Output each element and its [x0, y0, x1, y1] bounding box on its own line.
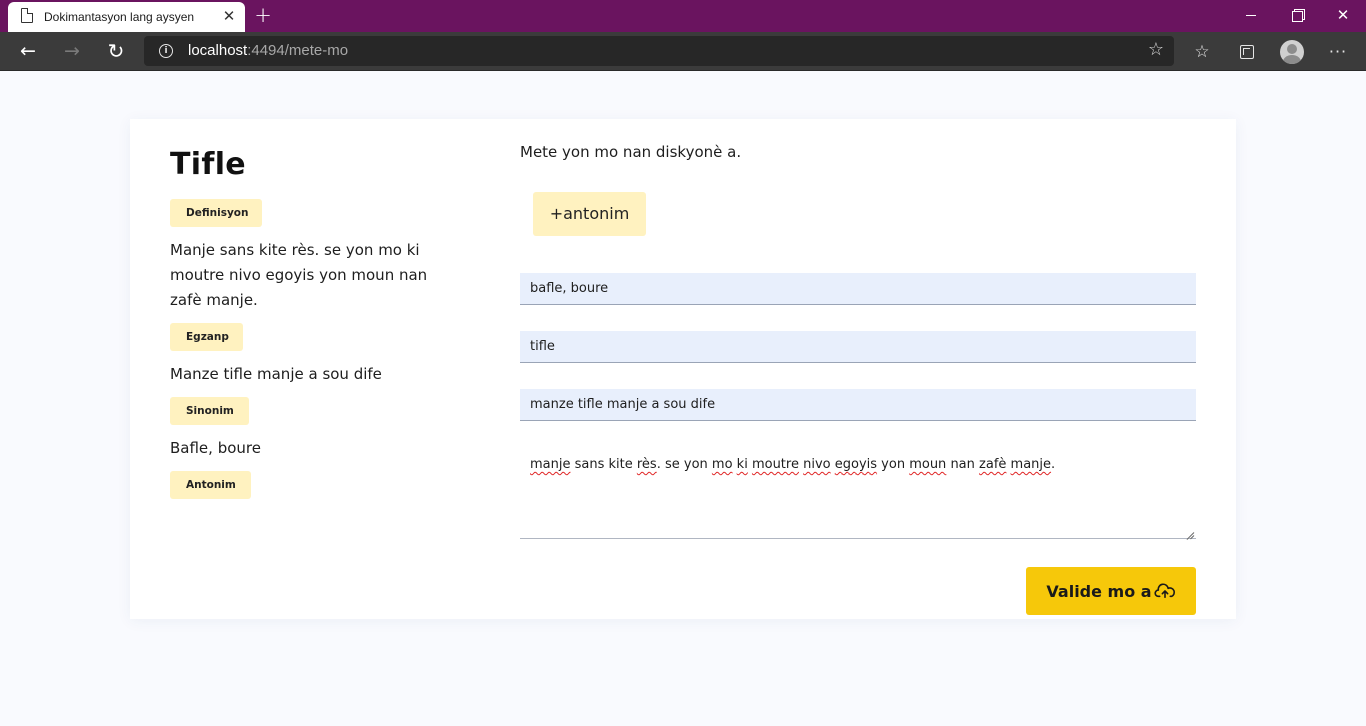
url-path: :4494/mete-mo	[247, 42, 349, 59]
back-icon[interactable]: ←	[13, 37, 43, 65]
misspelled-word: rès	[636, 457, 657, 472]
example-input[interactable]: manze tifle manje a sou dife	[520, 389, 1196, 421]
definition-label: Definisyon	[170, 199, 262, 227]
word-title: Tifle	[170, 147, 246, 182]
page-icon	[21, 8, 33, 23]
misspelled-word: ki	[736, 457, 748, 472]
misspelled-word: moutre	[751, 457, 799, 472]
misspelled-word: manje	[1010, 457, 1052, 472]
new-tab-icon[interactable]: +	[254, 3, 272, 27]
definition-textarea-text: manje sans kite rès. se yon mo ki moutre…	[530, 457, 1055, 472]
close-window-icon[interactable]: ✕	[1320, 0, 1366, 30]
misspelled-word: egoyis	[834, 457, 878, 472]
favorites-icon[interactable]: ☆	[1188, 38, 1216, 66]
cloud-upload-icon	[1154, 583, 1175, 599]
text-fragment: nan	[946, 457, 980, 472]
synonyms-input[interactable]: bafle, boure	[520, 273, 1196, 305]
info-icon[interactable]: i	[159, 44, 173, 58]
favorite-star-icon[interactable]: ☆	[1148, 40, 1164, 60]
tab-title: Dokimantasyon lang aysyen	[44, 10, 195, 24]
text-fragment: .	[1051, 457, 1056, 472]
misspelled-word: mo	[711, 457, 733, 472]
misspelled-word: manje	[530, 457, 571, 472]
collections-icon[interactable]	[1232, 38, 1260, 66]
definition-textarea[interactable]: manje sans kite rès. se yon mo ki moutre…	[520, 447, 1196, 539]
forward-icon[interactable]: →	[57, 37, 87, 65]
misspelled-word: nivo	[803, 457, 831, 472]
profile-avatar[interactable]	[1280, 40, 1304, 64]
browser-toolbar: ← → ↻ i localhost:4494/mete-mo ☆	[0, 32, 1366, 71]
text-fragment: sans kite	[570, 457, 637, 472]
example-text: Manze tifle manje a sou dife	[170, 365, 382, 383]
browser-titlebar: Dokimantasyon lang aysyen ✕ + ✕	[0, 0, 1366, 32]
minimize-icon[interactable]	[1228, 0, 1274, 30]
word-input[interactable]: tifle	[520, 331, 1196, 363]
misspelled-word: moun	[909, 457, 947, 472]
text-fragment: yon	[877, 457, 910, 472]
address-bar[interactable]: i localhost:4494/mete-mo ☆	[144, 36, 1174, 66]
browser-tab[interactable]: Dokimantasyon lang aysyen ✕	[8, 2, 245, 32]
text-fragment: . se yon	[656, 457, 712, 472]
resize-handle[interactable]	[1186, 528, 1194, 536]
submit-label: Valide mo a	[1046, 581, 1152, 601]
word-card: Tifle Definisyon Manje sans kite rès. se…	[130, 119, 1236, 619]
form-prompt: Mete yon mo nan diskyonè a.	[520, 143, 742, 161]
add-antonym-button[interactable]: +antonim	[533, 192, 646, 236]
url-host: localhost	[188, 42, 248, 59]
definition-text: Manje sans kite rès. se yon mo ki moutre…	[170, 241, 428, 309]
submit-button[interactable]: Valide mo a	[1026, 567, 1196, 615]
reload-icon[interactable]: ↻	[101, 37, 131, 65]
synonym-text: Bafle, boure	[170, 439, 261, 457]
misspelled-word: zafè	[979, 457, 1007, 472]
restore-icon[interactable]	[1274, 0, 1320, 30]
antonym-label: Antonim	[170, 471, 251, 499]
url-text[interactable]: localhost:4494/mete-mo	[188, 42, 348, 59]
synonym-label: Sinonim	[170, 397, 249, 425]
close-tab-icon[interactable]: ✕	[221, 7, 237, 25]
example-label: Egzanp	[170, 323, 243, 351]
more-icon[interactable]: ···	[1324, 38, 1352, 66]
